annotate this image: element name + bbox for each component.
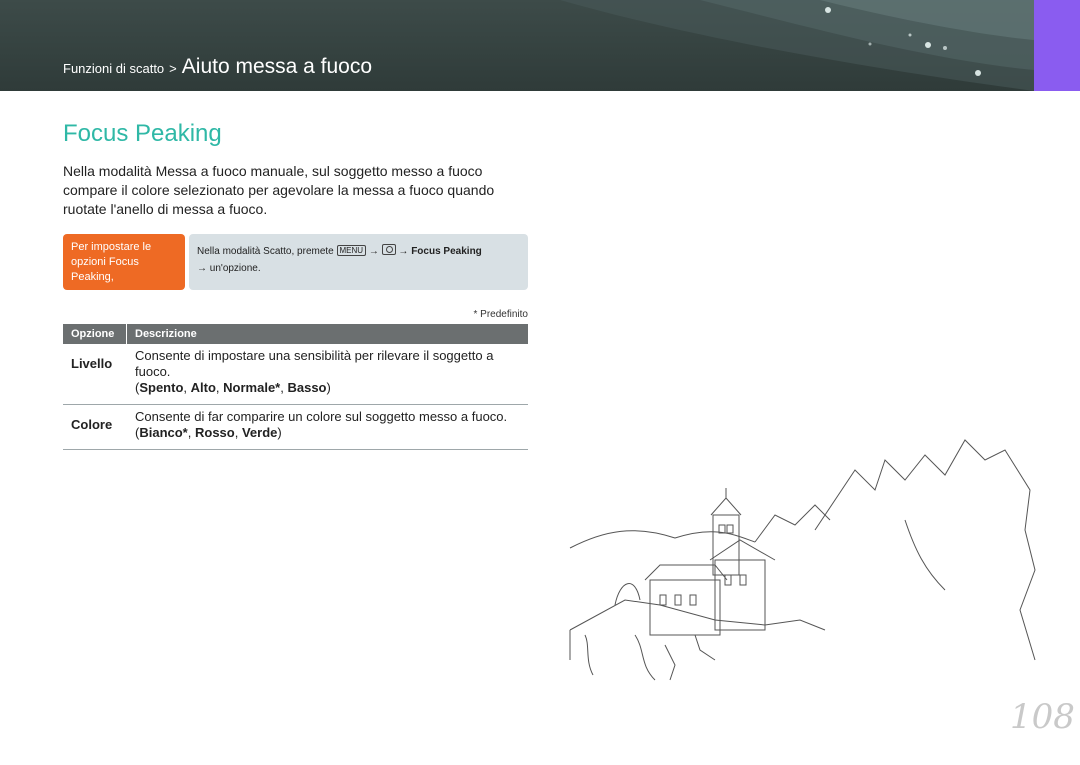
option-value: Verde	[241, 425, 278, 440]
column-header-option: Opzione	[63, 324, 127, 344]
table-row: Colore Consente di far comparire un colo…	[63, 404, 528, 450]
breadcrumb-separator: >	[169, 61, 177, 76]
howto-box: Per impostare le opzioni Focus Peaking, …	[63, 234, 528, 290]
breadcrumb-parent: Funzioni di scatto	[63, 61, 165, 76]
howto-text-after: un'opzione.	[209, 263, 261, 274]
page-header: Funzioni di scatto > Aiuto messa a fuoco	[0, 0, 1034, 91]
table-header-row: Opzione Descrizione	[63, 324, 528, 344]
howto-text-before: Nella modalità Scatto, premete	[197, 246, 334, 257]
arrow-icon: →	[197, 263, 207, 274]
footnote: * Predefinito	[473, 309, 528, 320]
option-value: Alto	[190, 380, 216, 395]
village-illustration	[569, 439, 1036, 681]
camera-icon	[381, 244, 396, 255]
option-value: Basso	[287, 380, 327, 395]
arrow-icon: →	[398, 246, 409, 257]
howto-target: Focus Peaking	[411, 246, 482, 257]
howto-instructions: Nella modalità Scatto, premete MENU → → …	[189, 234, 528, 290]
option-name: Livello	[63, 344, 127, 405]
howto-label: Per impostare le opzioni Focus Peaking,	[63, 234, 185, 290]
option-description-text: Consente di impostare una sensibilità pe…	[135, 348, 494, 379]
breadcrumb-current: Aiuto messa a fuoco	[181, 55, 373, 78]
menu-key-icon: MENU	[336, 245, 367, 256]
chapter-side-tab	[1034, 0, 1080, 91]
option-value: Spento	[139, 380, 184, 395]
option-description: Consente di impostare una sensibilità pe…	[126, 344, 528, 405]
option-values: (Spento, Alto, Normale*, Basso)	[135, 380, 331, 395]
section-title: Focus Peaking	[63, 120, 222, 147]
table-row: Livello Consente di impostare una sensib…	[63, 344, 528, 405]
page-number: 108	[1010, 697, 1075, 737]
option-description-text: Consente di far comparire un colore sul …	[135, 409, 508, 424]
option-value: Normale*	[223, 380, 281, 395]
option-description: Consente di far comparire un colore sul …	[126, 404, 528, 450]
option-values: (Bianco*, Rosso, Verde)	[135, 425, 282, 440]
intro-paragraph: Nella modalità Messa a fuoco manuale, su…	[63, 163, 495, 217]
option-value: Bianco*	[139, 425, 188, 440]
column-header-description: Descrizione	[126, 324, 528, 344]
arrow-icon: →	[368, 246, 379, 257]
options-table: Opzione Descrizione Livello Consente di …	[63, 324, 528, 450]
option-name: Colore	[63, 404, 127, 450]
option-value: Rosso	[194, 425, 235, 440]
breadcrumb: Funzioni di scatto > Aiuto messa a fuoco	[63, 55, 372, 79]
